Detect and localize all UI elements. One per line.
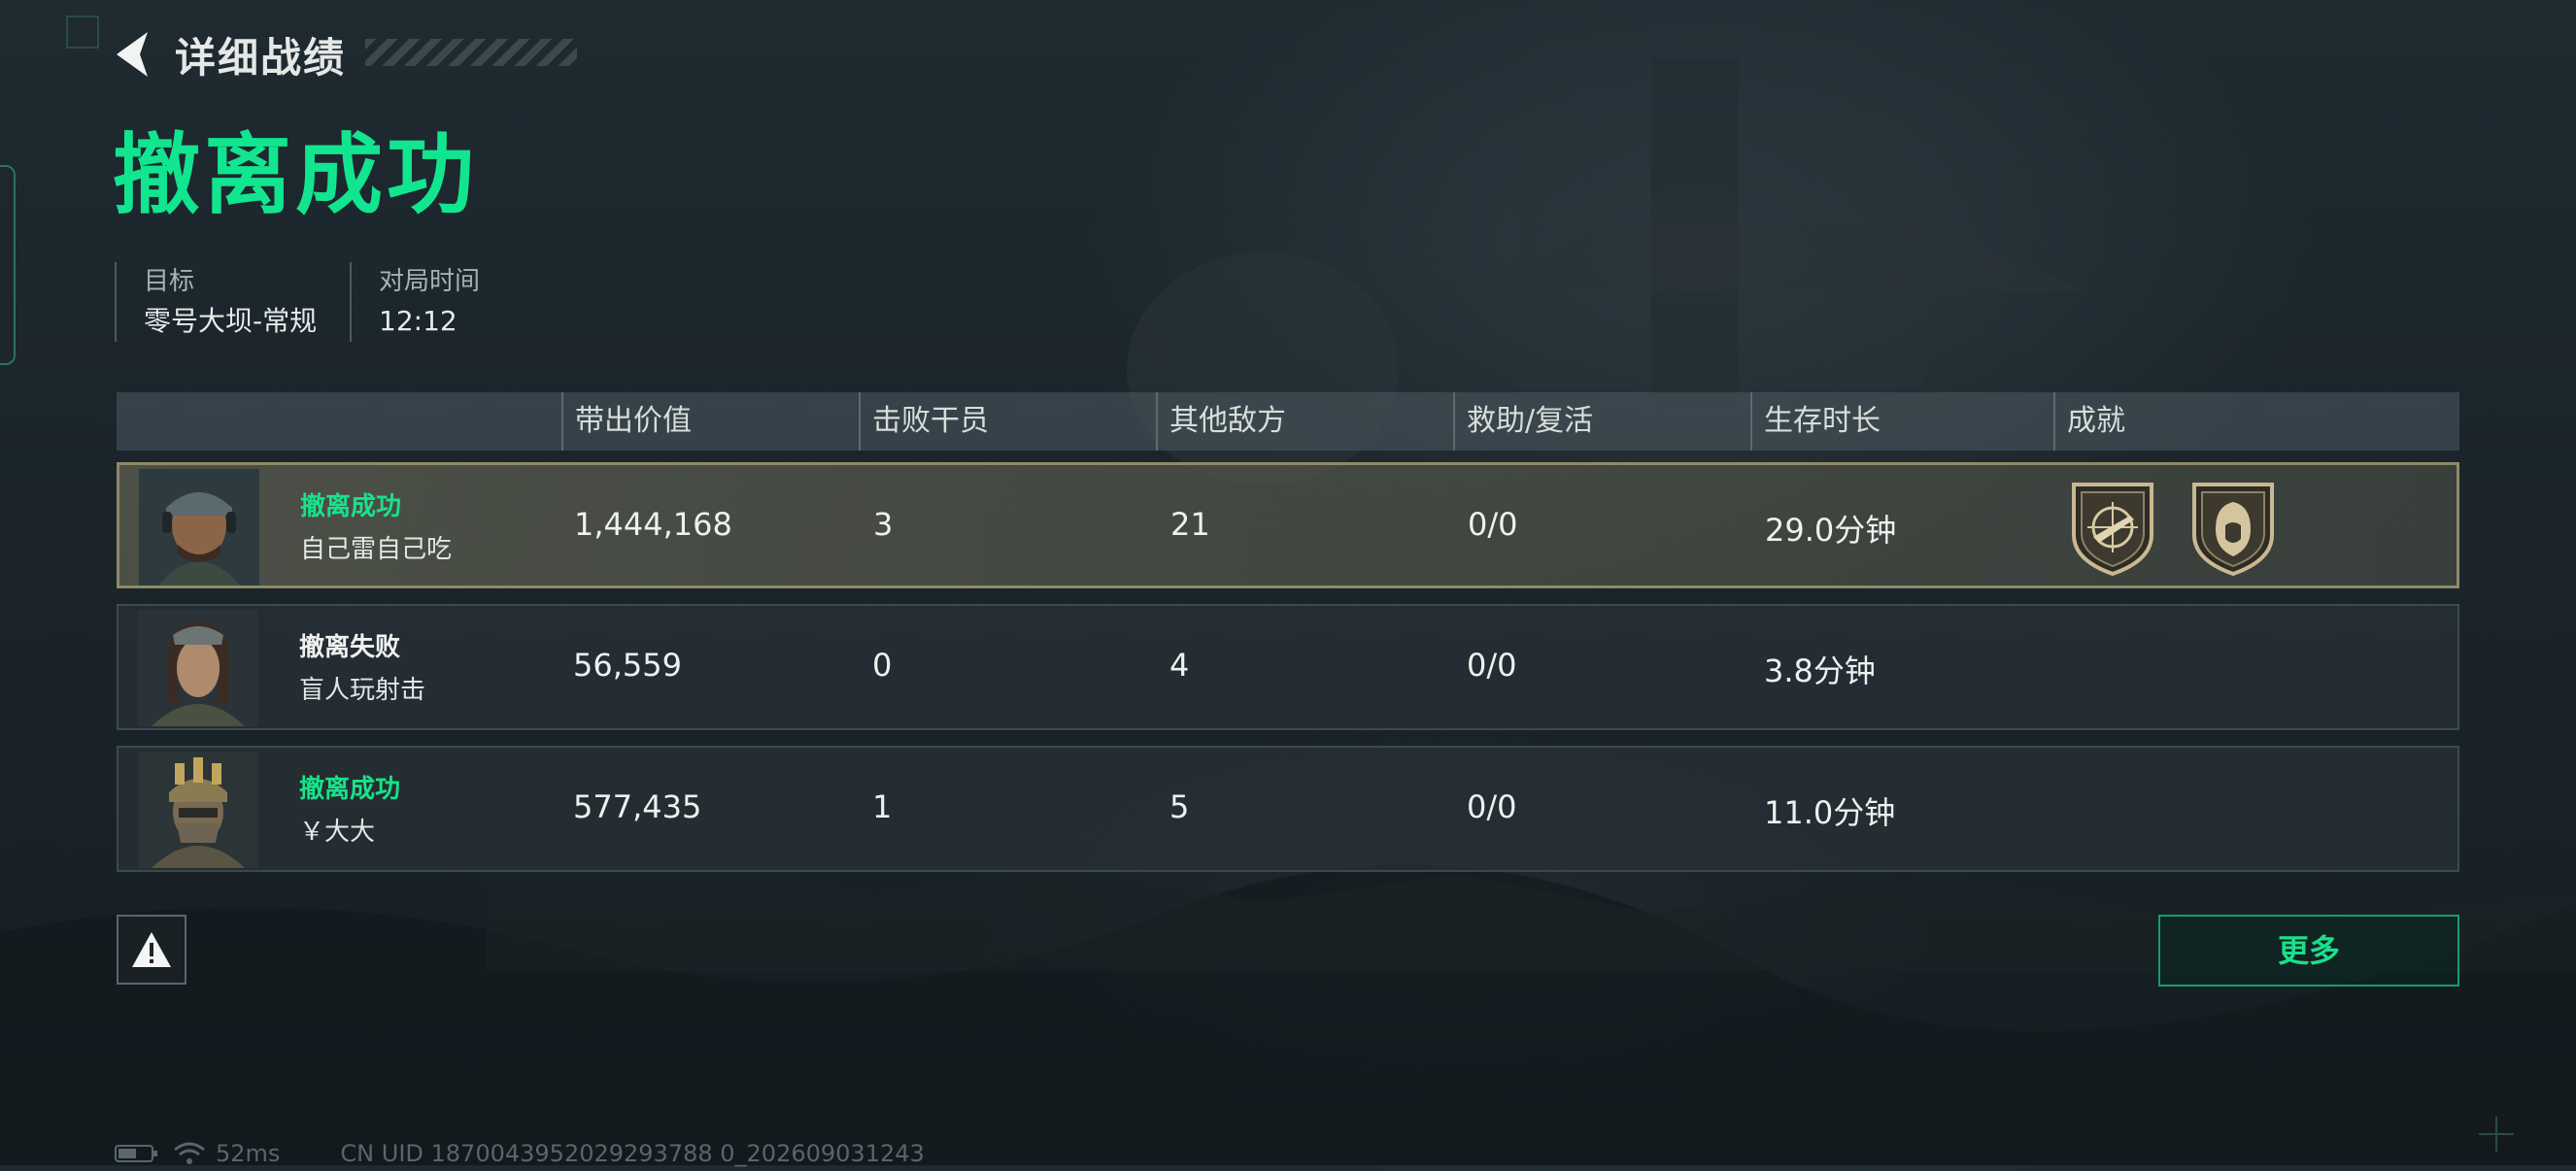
side-drawer-handle[interactable] [0, 165, 16, 365]
assist-revive: 0/0 [1467, 647, 1517, 684]
wifi-icon [174, 1142, 205, 1164]
avatar [138, 610, 258, 726]
avatar [139, 469, 259, 586]
info-match-time-value: 12:12 [379, 305, 458, 337]
row-status: 撤离成功 [300, 492, 402, 521]
assist-revive: 0/0 [1467, 788, 1517, 825]
row-status: 撤离失败 [299, 633, 401, 662]
corner-frame-mark [66, 16, 99, 49]
plus-mark-icon [2479, 1117, 2514, 1152]
avatar [138, 752, 258, 868]
col-assist-revive: 救助/复活 [1453, 392, 1593, 451]
table-row[interactable]: 撤离失败 盲人玩射击 56,559 0 4 0/0 3.8分钟 [117, 604, 2459, 730]
table-row[interactable]: 撤离成功 自己雷自己吃 1,444,168 3 21 0/0 29.0分钟 [117, 462, 2459, 588]
warning-icon [132, 932, 171, 967]
player-name: ￥大大 [299, 818, 376, 847]
info-objective-value: 零号大坝-常规 [144, 305, 318, 337]
player-name: 盲人玩射击 [299, 676, 426, 705]
operators-defeated: 0 [872, 647, 893, 684]
other-enemies: 5 [1169, 788, 1190, 825]
survival-time: 11.0分钟 [1764, 794, 1896, 831]
status-bar: 52ms CN UID 1870043952029293788 0_202609… [115, 1136, 925, 1171]
page-title: 详细战绩 [175, 33, 347, 82]
uid-readout: CN UID 1870043952029293788 0_20260903124… [340, 1140, 925, 1167]
title-stripe-decoration [365, 39, 577, 66]
player-name: 自己雷自己吃 [300, 535, 453, 564]
col-survival-time: 生存时长 [1750, 392, 1881, 451]
other-enemies: 4 [1169, 647, 1190, 684]
col-other-enemies: 其他敌方 [1156, 392, 1286, 451]
survival-time: 3.8分钟 [1764, 652, 1876, 689]
rifle-crosshair-badge-icon[interactable] [2066, 479, 2159, 576]
ping-readout: 52ms [216, 1140, 281, 1167]
more-button[interactable]: 更多 [2158, 915, 2459, 987]
stats-table: 带出价值 击败干员 其他敌方 救助/复活 生存时长 成就 撤离成功 自己雷自己吃… [117, 392, 2459, 872]
info-match-time-label: 对局时间 [379, 267, 481, 296]
table-row[interactable]: 撤离成功 ￥大大 577,435 1 5 0/0 11.0分钟 [117, 746, 2459, 872]
row-status: 撤离成功 [299, 775, 401, 804]
survival-time: 29.0分钟 [1765, 512, 1897, 549]
battery-icon [115, 1145, 157, 1162]
col-extract-value: 带出价值 [561, 392, 692, 451]
report-button[interactable] [117, 915, 186, 985]
operator-hood-badge-icon[interactable] [2186, 479, 2280, 576]
operators-defeated: 3 [873, 506, 894, 543]
info-objective-label: 目标 [144, 267, 195, 296]
info-objective: 目标 零号大坝-常规 [115, 262, 317, 342]
col-operators-defeated: 击败干员 [859, 392, 989, 451]
match-result-title: 撤离成功 [113, 124, 478, 226]
col-achievements: 成就 [2053, 392, 2125, 451]
assist-revive: 0/0 [1468, 506, 1518, 543]
other-enemies: 21 [1170, 506, 1210, 543]
table-header: 带出价值 击败干员 其他敌方 救助/复活 生存时长 成就 [117, 392, 2459, 451]
back-arrow-icon [117, 32, 148, 77]
operators-defeated: 1 [872, 788, 893, 825]
extract-value: 56,559 [573, 647, 682, 684]
info-match-time: 对局时间 12:12 [350, 262, 480, 342]
extract-value: 1,444,168 [574, 506, 732, 543]
extract-value: 577,435 [573, 788, 702, 825]
back-button[interactable]: 详细战绩 [109, 23, 346, 85]
